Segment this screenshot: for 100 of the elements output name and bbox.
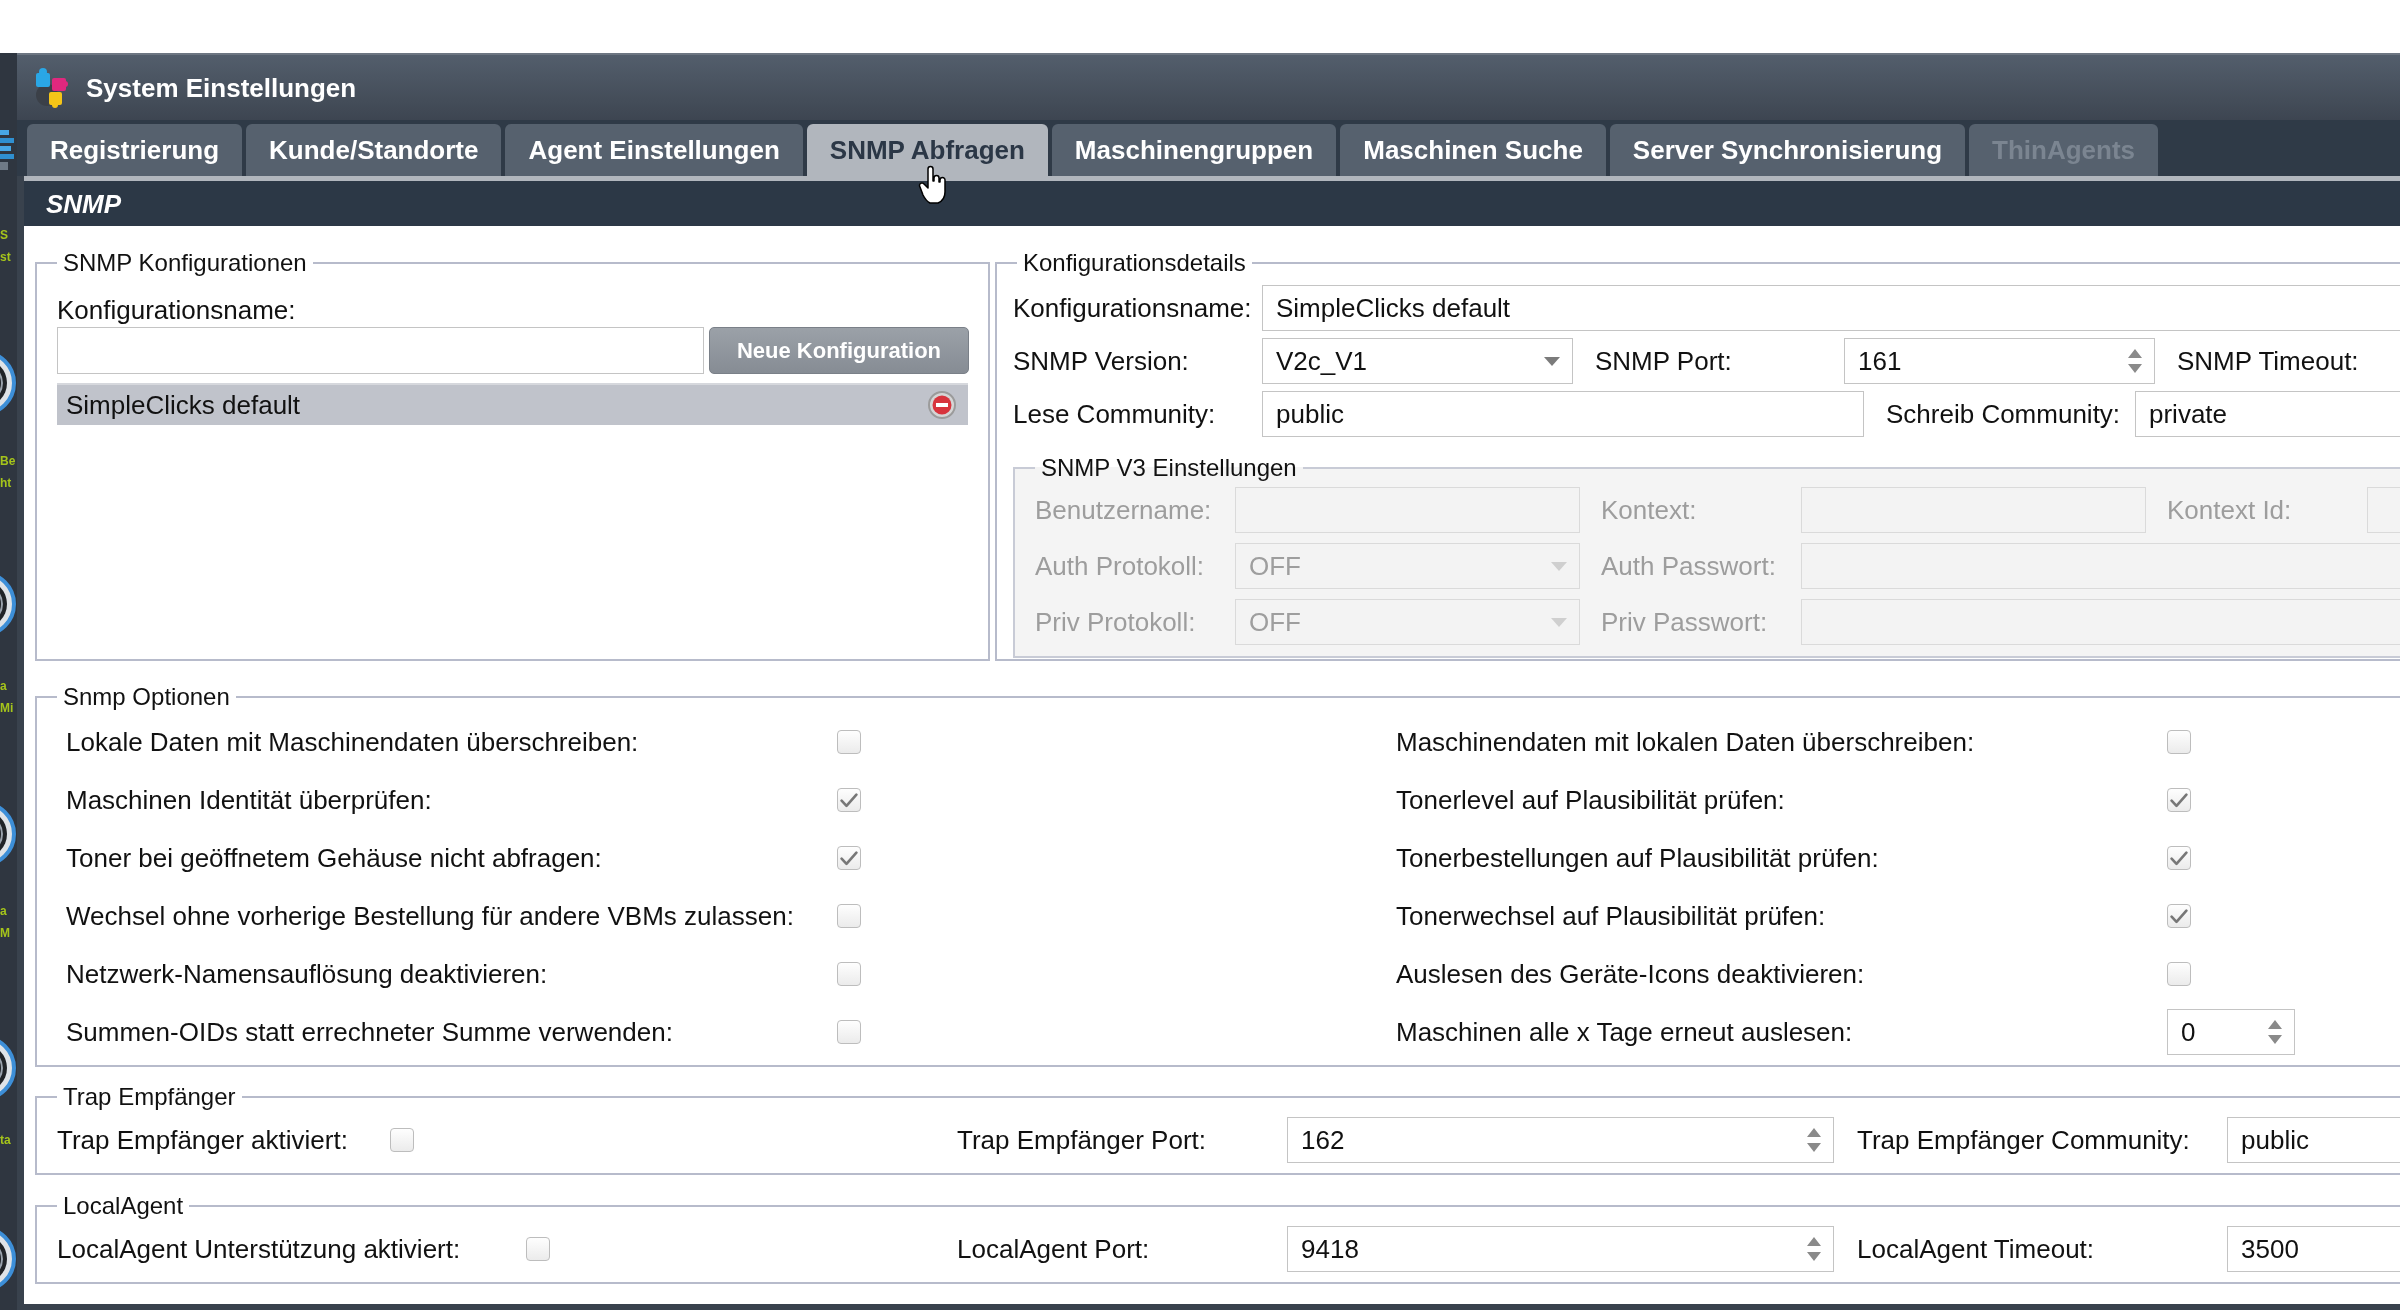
field-label: Tonerwechsel auf Plausibilität prüfen: <box>1396 901 1827 931</box>
desktop-icon-label: a <box>0 678 8 695</box>
text-field[interactable]: private <box>2135 391 2400 437</box>
field-label: Maschinen alle x Tage erneut auslesen: <box>1396 1017 1854 1047</box>
tab[interactable]: Registrierung <box>27 124 243 176</box>
group-legend: SNMP V3 Einstellungen <box>1041 454 1297 481</box>
field-label: SNMP Timeout: <box>2176 346 2360 376</box>
checkmark-icon <box>2170 850 2188 866</box>
spinner-arrows-icon <box>2128 349 2142 373</box>
field-label: SNMP Port: <box>1594 346 1733 376</box>
checkmark-icon <box>2170 908 2188 924</box>
checkbox[interactable] <box>837 730 861 754</box>
desktop-icon-label: S <box>0 227 9 244</box>
desktop-icon-label: Mi <box>0 700 14 717</box>
field-label: Trap Empfänger Community: <box>1857 1125 2191 1155</box>
desktop-icon-label: a <box>0 903 8 920</box>
field-label: Wechsel ohne vorherige Bestellung für andere VBMs zulassen: <box>66 901 795 931</box>
desktop-icon-label: ta <box>0 1132 11 1149</box>
field-label: Benutzername: <box>1035 495 1213 525</box>
checkbox[interactable] <box>2167 788 2191 812</box>
round-icon <box>0 1230 17 1288</box>
caret-icon <box>1544 356 1560 366</box>
field-label: Trap Empfänger Port: <box>957 1125 1208 1155</box>
tab[interactable]: Maschinengruppen <box>1051 124 1337 176</box>
desktop-icon-label: Be <box>0 453 16 470</box>
field-label: LocalAgent Timeout: <box>1857 1234 2096 1264</box>
caret-icon <box>1551 617 1567 627</box>
field-label: Kontext: <box>1600 495 1698 525</box>
group-legend: SNMP Konfigurationen <box>63 249 307 276</box>
hand-cursor-icon <box>918 165 946 204</box>
round-icon <box>0 805 17 863</box>
desktop-icon-label: M <box>0 925 10 942</box>
field-label: Maschinen Identität überprüfen: <box>66 785 433 815</box>
checkmark-icon <box>840 850 858 866</box>
field-label: LocalAgent Unterstützung aktiviert: <box>57 1234 461 1264</box>
round-icon <box>0 1039 17 1097</box>
minus-circle-icon[interactable] <box>928 391 956 419</box>
window-title: System Einstellungen <box>86 72 357 103</box>
group-legend: LocalAgent <box>63 1192 184 1219</box>
checkmark-icon <box>840 792 858 808</box>
text-field[interactable] <box>57 327 704 374</box>
round-icon <box>0 354 17 412</box>
field-label: Auslesen des Geräte-Icons deaktivieren: <box>1396 959 1866 989</box>
field-label: LocalAgent Port: <box>957 1234 1151 1264</box>
text-field[interactable]: public <box>2227 1117 2400 1163</box>
field-label: SNMP Version: <box>1013 346 1190 376</box>
field-label: Konfigurationsname: <box>57 295 297 325</box>
field-label: Priv Passwort: <box>1600 607 1769 637</box>
list-item[interactable]: SimpleClicks default <box>57 383 968 425</box>
checkbox[interactable] <box>2167 962 2191 986</box>
field-label: Trap Empfänger aktiviert: <box>57 1125 348 1155</box>
field-label: Schreib Community: <box>1885 399 2122 429</box>
field-label: Tonerlevel auf Plausibilität prüfen: <box>1396 785 1786 815</box>
checkbox[interactable] <box>837 1020 861 1044</box>
round-icon <box>0 575 17 633</box>
checkbox[interactable] <box>389 1128 414 1152</box>
field-label: Priv Protokoll: <box>1035 607 1197 637</box>
spinner-arrows-icon <box>2268 1020 2282 1044</box>
field-label: Auth Passwort: <box>1600 551 1777 581</box>
field-label: Netzwerk-Namensauflösung deaktivieren: <box>66 959 549 989</box>
tab[interactable]: Agent Einstellungen <box>505 124 803 176</box>
tab[interactable]: Maschinen Suche <box>1340 124 1606 176</box>
group-legend: Snmp Optionen <box>63 683 230 710</box>
spinner-field[interactable]: 161 <box>1844 338 2155 384</box>
field-label: Auth Protokoll: <box>1035 551 1206 581</box>
tab[interactable]: Server Synchronisierung <box>1609 124 1966 176</box>
spinner-field[interactable]: 162 <box>1287 1117 1834 1163</box>
checkbox[interactable] <box>2167 846 2191 870</box>
checkmark-icon <box>2170 792 2188 808</box>
section-title: SNMP <box>46 188 122 219</box>
checkbox[interactable] <box>2167 730 2191 754</box>
tab[interactable]: Kunde/Standorte <box>246 124 502 176</box>
checkbox[interactable] <box>2167 904 2191 928</box>
bars-icon <box>0 130 14 170</box>
field-label: Maschinendaten mit lokalen Daten überschreiben: <box>1396 727 1976 757</box>
group-legend: Trap Empfänger <box>63 1083 236 1110</box>
checkbox[interactable] <box>837 846 861 870</box>
text-field[interactable]: SimpleClicks default <box>1262 285 2400 331</box>
text-field[interactable]: 3500 <box>2227 1226 2400 1272</box>
field-label: Lokale Daten mit Maschinendaten überschreiben: <box>66 727 640 757</box>
spinner-field[interactable]: 0 <box>2167 1009 2295 1055</box>
tab[interactable]: SNMP Abfragen <box>806 124 1048 176</box>
field-label: Summen-OIDs statt errechneter Summe verwenden: <box>66 1017 674 1047</box>
desktop-icon-label: ht <box>0 475 13 492</box>
field-label: Konfigurationsname: <box>1013 293 1253 323</box>
spinner-field[interactable]: 9418 <box>1287 1226 1834 1272</box>
spinner-arrows-icon <box>1807 1237 1821 1261</box>
puzzle-icon <box>34 67 68 108</box>
group-legend: Konfigurationsdetails <box>1023 249 1246 276</box>
checkbox[interactable] <box>837 962 861 986</box>
checkbox[interactable] <box>837 904 861 928</box>
field-label: Tonerbestellungen auf Plausibilität prüfen: <box>1396 843 1880 873</box>
desktop-icon-label: st <box>0 249 11 266</box>
checkbox[interactable] <box>837 788 861 812</box>
caret-icon <box>1551 561 1567 571</box>
checkbox[interactable] <box>526 1237 551 1261</box>
field-label: Kontext Id: <box>2166 495 2293 525</box>
dropdown[interactable]: V2c_V1 <box>1262 338 1573 384</box>
spinner-arrows-icon <box>1807 1128 1821 1152</box>
text-field[interactable]: public <box>1262 391 1864 437</box>
